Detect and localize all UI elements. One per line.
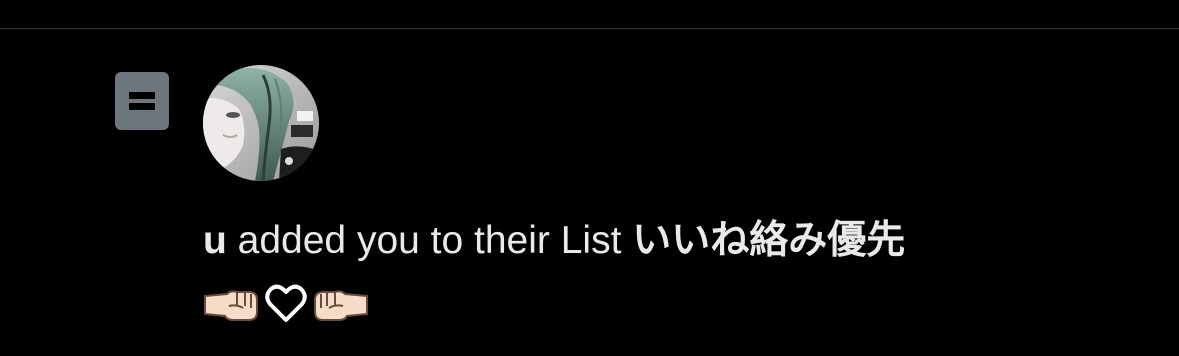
action-text: added you to their List — [237, 219, 622, 262]
list-icon — [115, 72, 169, 130]
white-heart-icon — [265, 284, 307, 324]
avatar[interactable] — [203, 65, 319, 181]
list-name[interactable]: いいね絡み優先 — [632, 219, 905, 262]
notification-text: u added you to their List いいね絡み優先 — [203, 212, 1163, 270]
username[interactable]: u — [203, 219, 227, 262]
left-facing-fist-icon — [203, 284, 259, 324]
right-facing-fist-icon — [313, 284, 369, 324]
list-name-emoji — [203, 278, 369, 330]
notification-item[interactable]: u added you to their List いいね絡み優先 — [0, 0, 1179, 356]
divider — [0, 28, 1179, 29]
